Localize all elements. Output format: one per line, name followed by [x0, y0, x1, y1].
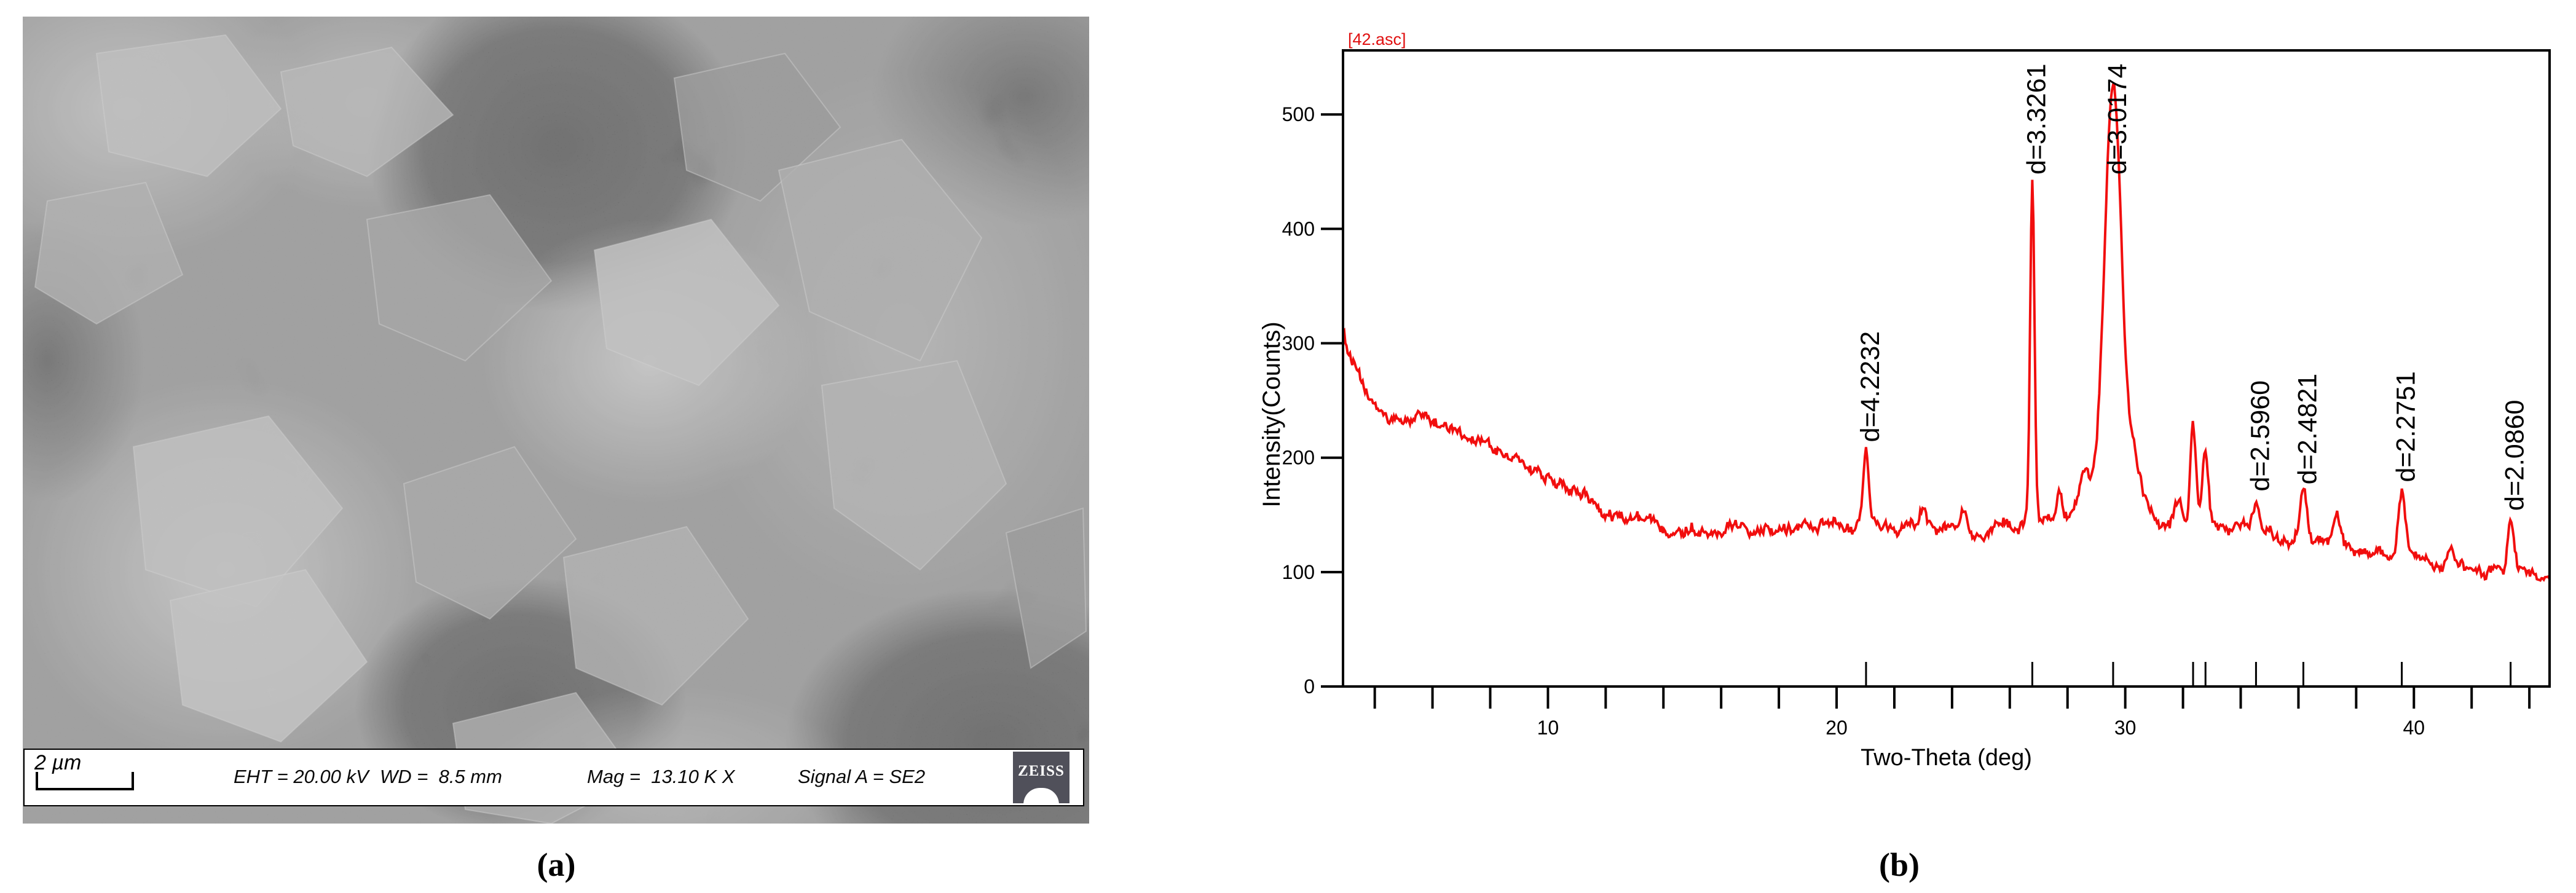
y-tick-label: 400	[1282, 218, 1315, 240]
plot-border	[1343, 50, 2550, 686]
sem-wd-value: WD = 8.5 mm	[380, 766, 502, 788]
y-tick-label: 300	[1282, 332, 1315, 355]
x-tick-label: 40	[2403, 717, 2425, 739]
y-tick-label: 0	[1304, 675, 1315, 698]
zeiss-logo: ZEISS	[1013, 752, 1069, 803]
zeiss-logo-text: ZEISS	[1013, 763, 1069, 780]
sem-signal-value: Signal A = SE2	[798, 766, 925, 788]
y-tick-label: 200	[1282, 447, 1315, 469]
panel-a-caption: (a)	[537, 846, 576, 884]
x-tick-label: 20	[1826, 717, 1848, 739]
sem-eht-value: EHT = 20.00 kV	[234, 766, 369, 788]
panel-b-caption: (b)	[1879, 846, 1920, 884]
dataset-label: [42.asc]	[1348, 30, 1406, 49]
scale-bar-right-tick	[132, 772, 134, 790]
x-axis-title: Two-Theta (deg)	[1861, 745, 2032, 771]
sem-micrograph: 2 µm EHT = 20.00 kV WD = 8.5 mm Mag = 13…	[23, 17, 1089, 824]
y-tick-label: 100	[1282, 561, 1315, 583]
xrd-chart: [42.asc] 0 100 200 300 400 500 Intensity(Counts…	[1254, 12, 2576, 787]
peak-d-label: d=2.0860	[2500, 400, 2530, 511]
y-tick-label: 500	[1282, 103, 1315, 125]
x-tick-label: 10	[1537, 717, 1559, 739]
sem-texture-image	[23, 17, 1089, 824]
peak-d-label: d=3.3261	[2022, 63, 2051, 175]
y-axis-title: Intensity(Counts)	[1258, 321, 1285, 507]
x-tick-label: 30	[2114, 717, 2137, 739]
scale-bar-label: 2 µm	[34, 751, 81, 775]
peak-d-label: d=2.5960	[2245, 380, 2275, 492]
sem-mag-value: Mag = 13.10 K X	[587, 766, 735, 788]
peak-d-label: d=2.2751	[2392, 371, 2421, 482]
peak-d-label: d=4.2232	[1856, 331, 1885, 443]
scale-bar-left-tick	[36, 772, 38, 790]
peak-d-label: d=3.0174	[2103, 63, 2132, 175]
sem-info-bar: 2 µm EHT = 20.00 kV WD = 8.5 mm Mag = 13…	[23, 749, 1084, 806]
xrd-trace	[1343, 85, 2550, 580]
zeiss-logo-notch	[1023, 788, 1059, 803]
peak-d-label: d=2.4821	[2293, 374, 2322, 485]
figure-page: 2 µm EHT = 20.00 kV WD = 8.5 mm Mag = 13…	[0, 0, 2576, 893]
scale-bar	[36, 788, 134, 790]
